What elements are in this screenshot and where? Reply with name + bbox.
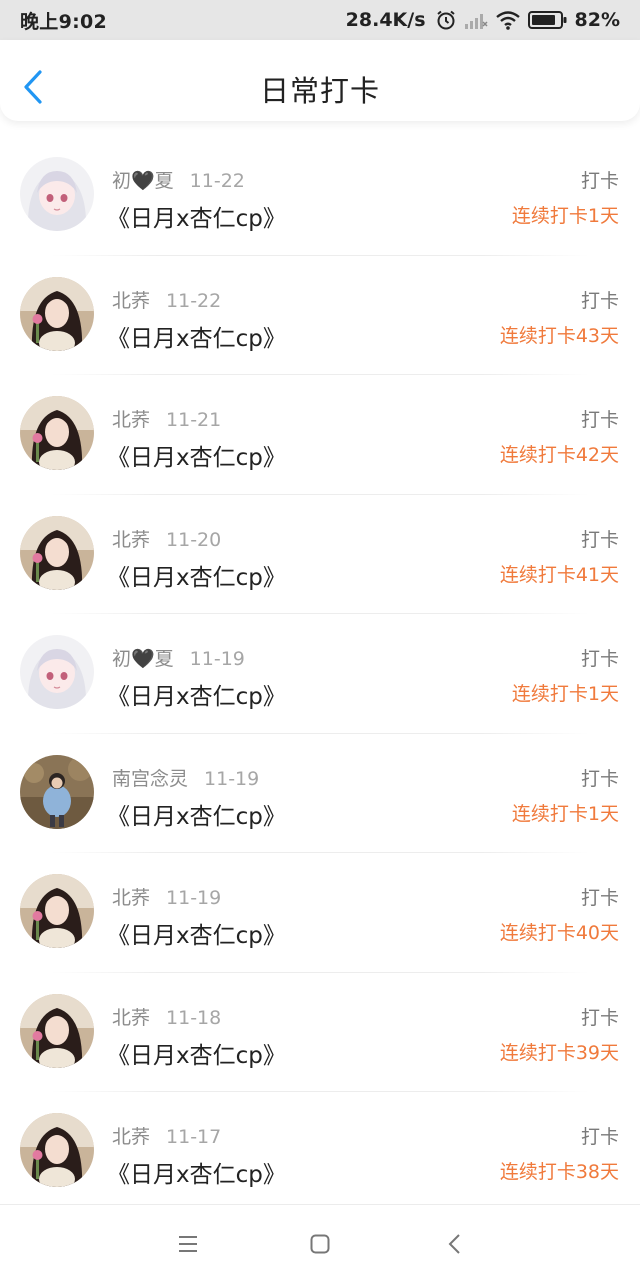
checkin-row[interactable]: 初🖤夏 11-22 《日月x杏仁cp》 打卡连续打卡1天 (0, 136, 640, 256)
user-name[interactable]: 初🖤夏 (112, 170, 174, 192)
menu-icon (173, 1236, 203, 1263)
checkin-meta: 北荞 11-21 (112, 405, 221, 432)
checkin-row[interactable]: 北荞 11-17 《日月x杏仁cp》 打卡连续打卡38天 (0, 1092, 640, 1212)
checkin-row[interactable]: 北荞 11-22 《日月x杏仁cp》 打卡连续打卡43天 (0, 256, 640, 375)
streak-label: 连续打卡38天 (499, 1161, 619, 1183)
user-name[interactable]: 北荞 (112, 409, 150, 431)
checkin-type: 打卡 (580, 767, 619, 790)
back-nav-button[interactable] (440, 1229, 470, 1259)
checkin-meta: 北荞 11-19 (112, 883, 221, 910)
alarm-icon (435, 9, 457, 31)
wifi-icon (495, 10, 521, 30)
status-time: 晚上9:02 (20, 10, 108, 33)
checkin-topic: 《日月x杏仁cp》 (107, 684, 286, 710)
streak-label: 连续打卡40天 (499, 922, 619, 944)
checkin-date: 11-19 (166, 887, 222, 909)
checkin-date: 11-21 (166, 409, 222, 431)
checkin-topic: 《日月x杏仁cp》 (107, 1042, 286, 1069)
checkin-meta: 南宫念灵 11-19 (112, 764, 259, 791)
streak-label: 连续打卡1天 (511, 683, 619, 705)
checkin-meta: 北荞 11-22 (112, 286, 221, 313)
avatar[interactable] (20, 993, 94, 1068)
user-name[interactable]: 北荞 (112, 529, 150, 551)
user-name[interactable]: 北荞 (112, 1007, 150, 1029)
checkin-type: 打卡 (580, 1006, 619, 1029)
checkin-date: 11-18 (166, 1006, 222, 1029)
header: 日常打卡 (0, 40, 640, 121)
checkin-topic: 《日月x杏仁cp》 (107, 564, 286, 591)
avatar[interactable] (20, 874, 94, 948)
checkin-date: 11-22 (166, 289, 222, 312)
checkin-topic: 《日月x杏仁cp》 (107, 206, 286, 232)
streak-label: 连续打卡43天 (499, 324, 619, 347)
checkin-type: 打卡 (580, 1126, 619, 1148)
checkin-row[interactable]: 南宫念灵 11-19 《日月x杏仁cp》 打卡连续打卡1天 (0, 734, 640, 853)
checkin-type: 打卡 (580, 409, 619, 431)
checkin-type: 打卡 (580, 648, 619, 670)
back-triangle-icon (440, 1234, 470, 1263)
checkin-row[interactable]: 北荞 11-19 《日月x杏仁cp》 打卡连续打卡40天 (0, 853, 640, 973)
checkin-meta: 初🖤夏 11-19 (112, 644, 245, 671)
checkin-topic: 《日月x杏仁cp》 (107, 1162, 286, 1188)
streak-label: 连续打卡41天 (499, 563, 619, 586)
avatar[interactable] (20, 1113, 94, 1187)
home-square-icon (305, 1234, 335, 1263)
network-speed: 28.4K/s (345, 9, 426, 31)
checkin-type: 打卡 (580, 528, 619, 551)
checkin-meta: 初🖤夏 11-22 (112, 166, 245, 193)
checkin-topic: 《日月x杏仁cp》 (107, 325, 286, 352)
battery-icon (527, 10, 568, 30)
checkin-list: 初🖤夏 11-22 《日月x杏仁cp》 打卡 连续打卡1天 北荞 11-22 《日月x杏仁cp… (0, 136, 640, 1212)
checkin-type: 打卡 (580, 289, 619, 312)
checkin-row[interactable]: 北荞 11-20 《日月x杏仁cp》 打卡连续打卡41天 (0, 495, 640, 614)
checkin-date: 11-19 (189, 648, 245, 670)
avatar[interactable] (20, 276, 94, 351)
page-title: 日常打卡 (259, 74, 380, 108)
avatar[interactable] (20, 396, 94, 470)
home-button[interactable] (305, 1229, 335, 1259)
streak-label: 连续打卡1天 (511, 802, 619, 825)
checkin-topic: 《日月x杏仁cp》 (107, 803, 286, 830)
checkin-date: 11-20 (166, 528, 222, 551)
checkin-topic: 《日月x杏仁cp》 (107, 445, 286, 471)
system-nav-bar (0, 1204, 640, 1280)
checkin-topic: 《日月x杏仁cp》 (107, 923, 286, 949)
streak-label: 连续打卡42天 (499, 444, 619, 466)
user-name[interactable]: 北荞 (112, 290, 150, 312)
user-name[interactable]: 北荞 (112, 887, 150, 909)
avatar[interactable] (20, 157, 94, 231)
checkin-row[interactable]: 初🖤夏 11-19 《日月x杏仁cp》 打卡连续打卡1天 (0, 614, 640, 734)
streak-label: 连续打卡1天 (511, 205, 619, 227)
checkin-type: 打卡 (580, 170, 619, 192)
user-name[interactable]: 初🖤夏 (112, 648, 174, 670)
user-name[interactable]: 北荞 (112, 1126, 150, 1148)
battery-percent: 82% (574, 9, 620, 31)
menu-button[interactable] (173, 1229, 203, 1259)
checkin-row[interactable]: 北荞 11-18 《日月x杏仁cp》 打卡连续打卡39天 (0, 973, 640, 1092)
status-bar: 晚上9:02 28.4K/s 82% (0, 0, 640, 40)
avatar[interactable] (20, 754, 94, 829)
signal-icon (464, 10, 488, 30)
checkin-row[interactable]: 北荞 11-21 《日月x杏仁cp》 打卡连续打卡42天 (0, 375, 640, 495)
status-indicators: 28.4K/s 82% (346, 9, 620, 31)
checkin-meta: 北荞 11-17 (112, 1122, 221, 1149)
checkin-date: 11-22 (189, 170, 245, 192)
checkin-meta: 北荞 11-20 (112, 525, 221, 552)
user-name[interactable]: 南宫念灵 (112, 768, 188, 790)
avatar[interactable] (20, 635, 94, 709)
checkin-type: 打卡 (580, 887, 619, 909)
streak-label: 连续打卡39天 (499, 1041, 619, 1064)
checkin-meta: 北荞 11-18 (112, 1003, 221, 1030)
avatar[interactable] (20, 515, 94, 590)
checkin-date: 11-19 (204, 767, 260, 790)
checkin-date: 11-17 (166, 1126, 222, 1148)
